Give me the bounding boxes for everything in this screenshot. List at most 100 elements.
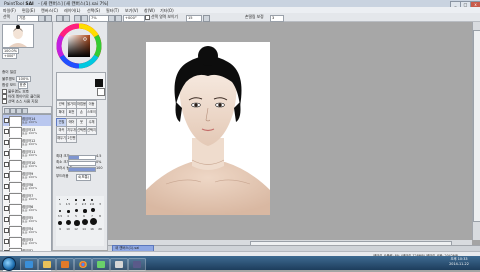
- size-label: 10: [66, 227, 70, 231]
- taskbar-app[interactable]: [92, 257, 110, 271]
- size-label: 6: [83, 214, 85, 218]
- size-dot[interactable]: [83, 209, 87, 213]
- size-dot[interactable]: [67, 210, 70, 213]
- system-clock[interactable]: 오후 10:33 2014-11-22: [441, 257, 477, 269]
- delete-layer-icon[interactable]: [22, 107, 28, 114]
- size-dot[interactable]: [90, 218, 97, 225]
- size-dot[interactable]: [59, 210, 61, 212]
- size-dot[interactable]: [59, 199, 60, 200]
- protect-label: 불투명도 보호: [8, 89, 29, 94]
- taskbar-folder[interactable]: [38, 257, 56, 271]
- size-dot[interactable]: [83, 199, 85, 201]
- nav-angle-row: +000°: [2, 53, 18, 59]
- flip-icon[interactable]: [203, 14, 210, 22]
- scratchpad[interactable]: [56, 72, 106, 100]
- layer-mode: 표준 100%: [22, 120, 38, 124]
- size-dot[interactable]: [91, 208, 95, 212]
- primary-color-swatch[interactable]: [95, 79, 103, 87]
- brush-size-row[interactable]: 최대 크기 4.5: [56, 154, 104, 160]
- size-dot[interactable]: [66, 220, 71, 225]
- media-player-icon: [61, 260, 69, 268]
- clock-date: 2014-11-22: [449, 262, 469, 266]
- deselect-icon[interactable]: [56, 14, 63, 22]
- size-label: 1.5: [65, 202, 71, 206]
- layer-mode: 표준 100%: [22, 153, 38, 157]
- rotate-left-icon[interactable]: [108, 14, 115, 22]
- layer-mode: 표준 100%: [22, 219, 38, 223]
- size-dot[interactable]: [67, 199, 69, 201]
- zoom-input[interactable]: 7%: [89, 14, 109, 22]
- drawing-canvas[interactable]: [146, 42, 270, 215]
- density-value: 100: [96, 166, 103, 170]
- layer-buttons: [2, 106, 52, 114]
- taskbar-app2[interactable]: [128, 257, 146, 271]
- smoothness-row[interactable]: 부드러움 4(보통): [56, 174, 104, 181]
- size-label: 20: [98, 227, 102, 231]
- show-selection-checkbox[interactable]: 선택 영역 보이기: [145, 14, 178, 20]
- zoom-in-icon[interactable]: [74, 14, 81, 22]
- toolbar: 선택 기본 7% +000° 선택 영역 보이기 15 손떨림 보정 3: [0, 13, 480, 22]
- rotation-input[interactable]: +000°: [123, 14, 145, 22]
- messenger-icon: [97, 260, 105, 268]
- taskbar-media[interactable]: [56, 257, 74, 271]
- layer-mode: 표준 100%: [22, 230, 38, 234]
- brush-size-fill: [69, 156, 79, 159]
- size-dot[interactable]: [82, 219, 88, 225]
- layer-mode: 표준 100%: [22, 131, 38, 135]
- taskbar-chrome[interactable]: [74, 257, 92, 271]
- brush-size-presets: 1 1.5 2 2.3 2.6 3 3.5 4 5 6 7 8 9 10 12 …: [56, 196, 104, 246]
- shake-select[interactable]: 3: [270, 14, 284, 22]
- opacity-label: 불투명도: [2, 77, 16, 81]
- redo-icon[interactable]: [45, 14, 52, 22]
- taskbar-explorer[interactable]: [20, 257, 38, 271]
- size-dot[interactable]: [91, 199, 93, 201]
- density-slider[interactable]: [68, 167, 96, 172]
- navigator-preview: [3, 25, 33, 47]
- size-dot[interactable]: [58, 221, 62, 225]
- smoothness-select[interactable]: 4(보통): [76, 174, 92, 181]
- blend-row: 합성 모드 표준: [2, 82, 29, 89]
- chrome-icon: [79, 260, 87, 268]
- ref-row[interactable]: 선택 소스 사용 지정: [2, 99, 38, 105]
- taskbar-sai[interactable]: [110, 257, 128, 271]
- tool-grid: 선택 올가미 마법봉 이동 확대 회전 손 스포이드 연필 에어 붓 수채 마커…: [56, 100, 104, 152]
- zoom-out-icon[interactable]: [81, 14, 88, 22]
- size-label: 16: [90, 227, 94, 231]
- tool-binary-pen[interactable]: 2진펜: [66, 134, 77, 143]
- blend-select[interactable]: 표준: [17, 82, 29, 89]
- layer-mode: 표준 100%: [22, 175, 38, 179]
- selection-mode-select[interactable]: 기본: [17, 14, 39, 22]
- size-dot[interactable]: [74, 220, 80, 226]
- nav-angle-value[interactable]: +000°: [2, 53, 18, 59]
- layer-mode: 표준 100%: [22, 197, 38, 201]
- invert-selection-icon[interactable]: [63, 14, 70, 22]
- size-label: 1: [59, 202, 61, 206]
- navigator-thumbnail[interactable]: [2, 24, 34, 48]
- ref-checkbox[interactable]: [2, 99, 7, 104]
- tool-eyedropper[interactable]: 스포이드: [86, 108, 97, 117]
- layer-mode: 표준 100%: [22, 186, 38, 190]
- layer-mode: 표준 100%: [22, 142, 38, 146]
- start-button[interactable]: [2, 257, 16, 271]
- sai-icon: [115, 260, 123, 268]
- layer-mode: 표준 100%: [22, 164, 38, 168]
- size-label: 9: [59, 227, 61, 231]
- density-row[interactable]: 브러시 농도 100: [56, 166, 104, 172]
- min-size-row[interactable]: 최소 크기 0%: [56, 160, 104, 166]
- size-label: 5: [75, 214, 77, 218]
- secondary-color-swatch[interactable]: [97, 88, 105, 96]
- undo-icon[interactable]: [38, 14, 45, 22]
- vertical-scroll-thumb[interactable]: [473, 30, 480, 222]
- selection-value[interactable]: 15: [186, 14, 202, 22]
- layer-mode: 표준 100%: [22, 208, 38, 212]
- size-dot[interactable]: [75, 199, 77, 201]
- size-dot[interactable]: [75, 209, 78, 212]
- density-fill: [69, 168, 95, 171]
- rotate-right-icon[interactable]: [115, 14, 122, 22]
- tool-select-eraser[interactable]: 선택지우: [86, 126, 97, 135]
- nav-zoom-row: 100.0%: [2, 48, 19, 54]
- show-selection-label: 선택 영역 보이기: [151, 14, 178, 19]
- min-size-value: 0%: [96, 160, 102, 164]
- checkbox-box[interactable]: [145, 14, 150, 20]
- color-wheel[interactable]: [56, 23, 102, 69]
